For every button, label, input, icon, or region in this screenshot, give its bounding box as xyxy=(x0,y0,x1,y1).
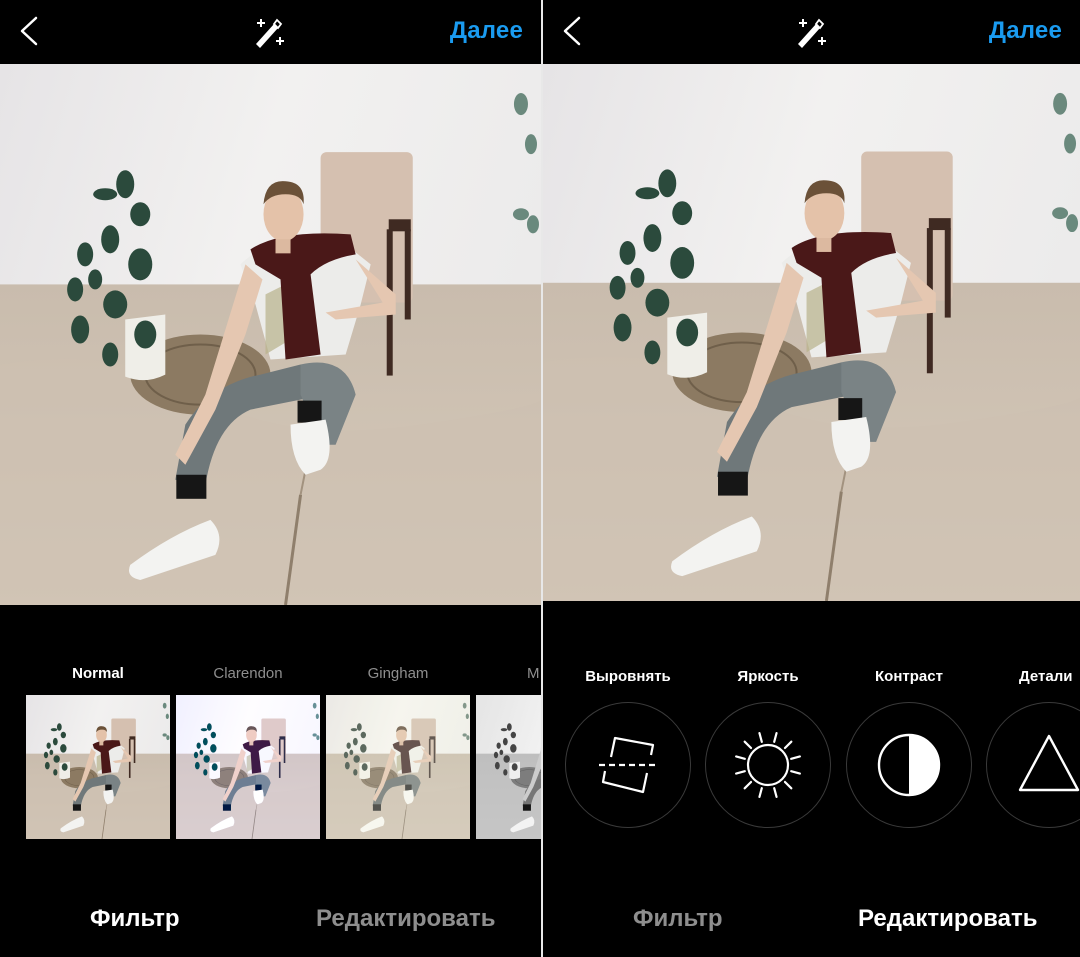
tool-label: Выровнять xyxy=(585,668,671,685)
tool-details[interactable]: Детали xyxy=(986,660,1080,828)
chevron-left-icon xyxy=(20,16,38,46)
sun-ray xyxy=(735,770,746,775)
tab-filter[interactable]: Фильтр xyxy=(90,905,180,933)
filter-strip: Normal Clarendon Gingham M xyxy=(0,660,541,845)
sun-ray xyxy=(743,780,753,790)
filter-normal[interactable]: Normal xyxy=(26,660,170,839)
sun-ray xyxy=(790,755,801,760)
sun-ray xyxy=(735,755,746,760)
tool-button[interactable] xyxy=(986,702,1080,828)
sun-ray xyxy=(783,740,793,750)
brightness-sun-icon xyxy=(735,732,801,798)
edit-screen: Далее Выровнять Яркость Контраст Детали … xyxy=(543,0,1080,957)
sun-ray xyxy=(758,732,763,743)
edit-tools-strip: Выровнять Яркость Контраст Детали xyxy=(543,660,1080,840)
filter-label: Clarendon xyxy=(213,665,283,682)
filter-clarendon[interactable]: Clarendon xyxy=(176,660,320,839)
photo-preview xyxy=(0,64,541,605)
tool-button[interactable] xyxy=(565,702,691,828)
tool-label: Контраст xyxy=(875,668,943,685)
filter-thumbnail[interactable] xyxy=(26,695,170,839)
filter-thumbnail[interactable] xyxy=(326,695,470,839)
tab-edit[interactable]: Редактировать xyxy=(316,905,495,933)
filter-thumbnail[interactable] xyxy=(476,695,541,839)
sun-ray xyxy=(758,787,763,798)
photo-preview xyxy=(543,64,1080,601)
sun-ray xyxy=(790,770,801,775)
sun-ray xyxy=(743,740,753,750)
tool-button[interactable] xyxy=(846,702,972,828)
filter-label: Gingham xyxy=(367,665,429,682)
contrast-half-circle-icon xyxy=(877,733,941,797)
tool-brightness[interactable]: Яркость xyxy=(705,660,831,828)
auto-enhance-button[interactable] xyxy=(792,12,832,52)
sun-ray xyxy=(783,780,793,790)
filter-screen: Далее Normal Clarendon Gingham M Фильтр … xyxy=(0,0,541,957)
sun-ray xyxy=(773,732,778,743)
tool-label: Детали xyxy=(1019,668,1073,685)
tab-edit[interactable]: Редактировать xyxy=(858,905,1037,933)
filter-label: M xyxy=(527,665,540,682)
next-button[interactable]: Далее xyxy=(450,17,523,45)
tool-contrast[interactable]: Контраст xyxy=(846,660,972,828)
filter-label: Normal xyxy=(72,665,124,682)
tool-label: Яркость xyxy=(737,668,799,685)
magic-wand-icon xyxy=(256,18,284,48)
magic-wand-icon xyxy=(798,18,826,48)
filter-m[interactable]: M xyxy=(476,660,541,839)
sun-ray xyxy=(773,787,778,798)
bottom-tabs: Фильтр Редактировать xyxy=(543,905,1080,957)
tool-button[interactable] xyxy=(705,702,831,828)
straighten-icon xyxy=(599,736,657,794)
top-bar: Далее xyxy=(0,0,541,64)
tab-filter[interactable]: Фильтр xyxy=(633,905,723,933)
top-bar: Далее xyxy=(543,0,1080,64)
auto-enhance-button[interactable] xyxy=(250,12,290,52)
tool-straighten[interactable]: Выровнять xyxy=(565,660,691,828)
bottom-tabs: Фильтр Редактировать xyxy=(0,905,541,957)
filter-gingham[interactable]: Gingham xyxy=(326,660,470,839)
back-button[interactable] xyxy=(14,12,48,50)
chevron-left-icon xyxy=(563,16,581,46)
filter-thumbnail[interactable] xyxy=(176,695,320,839)
back-button[interactable] xyxy=(557,12,591,50)
next-button[interactable]: Далее xyxy=(989,17,1062,45)
details-triangle-icon xyxy=(1018,734,1080,792)
